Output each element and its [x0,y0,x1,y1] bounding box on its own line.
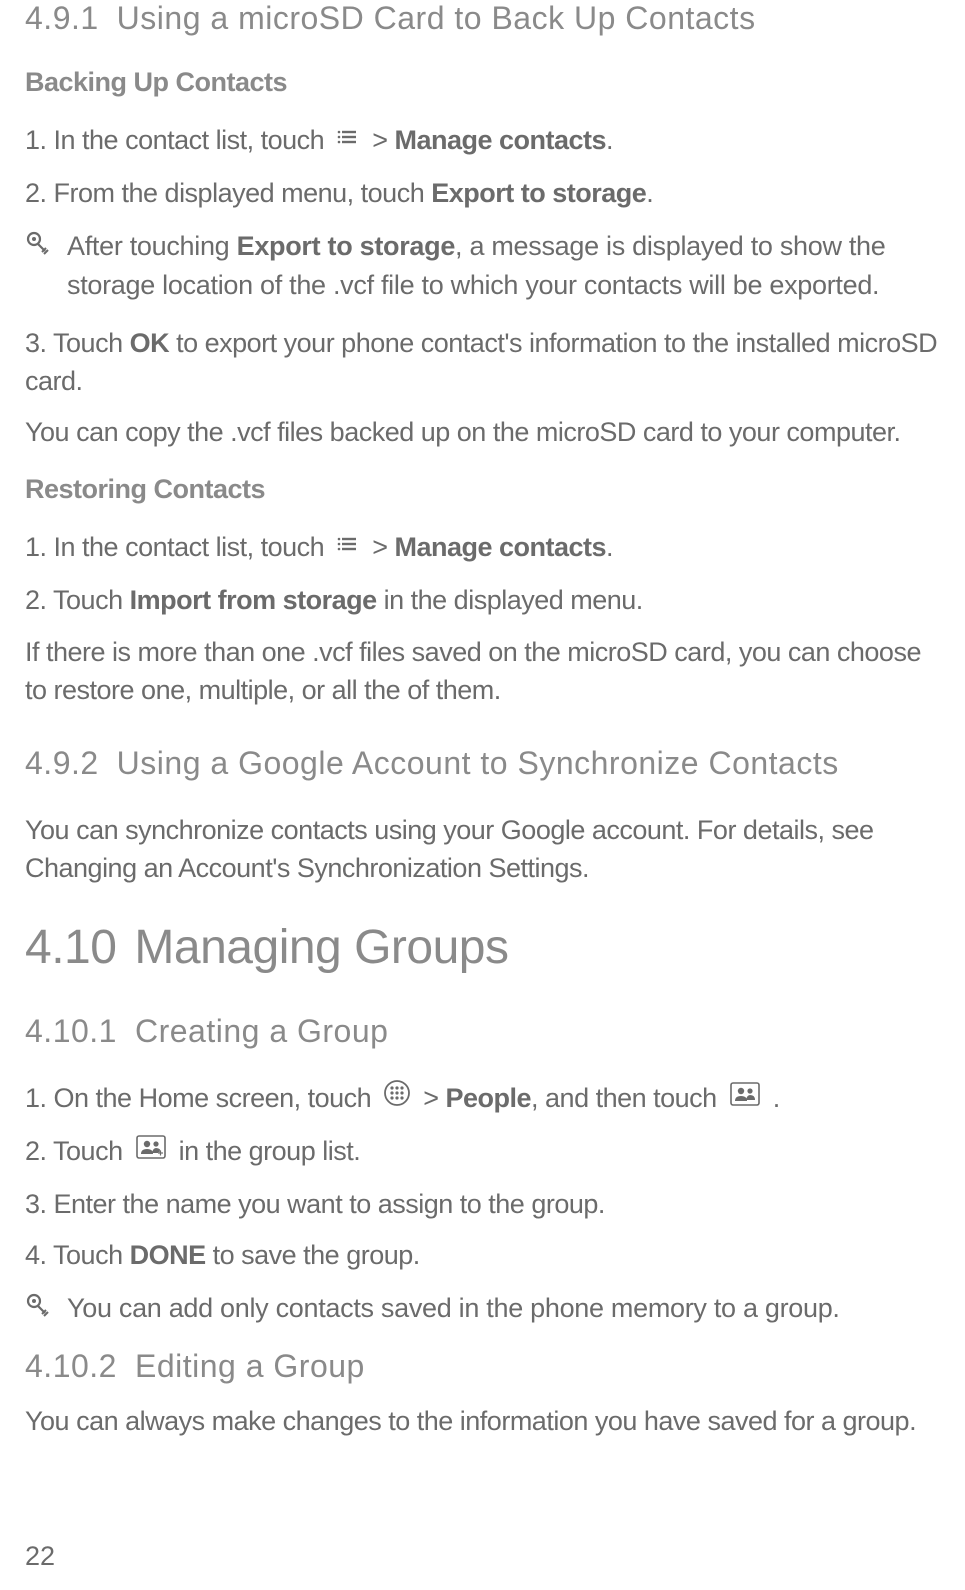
note-icon [25,231,55,264]
note-block: You can add only contacts saved in the p… [25,1289,940,1328]
paragraph: You can always make changes to the infor… [25,1403,940,1441]
heading-text: Creating a Group [135,1013,388,1049]
heading-number: 4.10.2 [25,1348,117,1385]
heading-text: Editing a Group [135,1348,365,1384]
heading-4-10: 4.10 Managing Groups [25,920,940,975]
heading-number: 4.9.1 [25,0,99,37]
note-block: After touching Export to storage, a mess… [25,227,940,305]
group-step-3: 3. Enter the name you want to assign to … [25,1186,940,1224]
menu-icon [337,528,359,566]
heading-number: 4.9.2 [25,745,99,782]
step-3: 3. Touch OK to export your phone contact… [25,325,940,401]
group-step-2: 2. Touch in the group list. [25,1133,940,1172]
restore-step-2: 2. Touch Import from storage in the disp… [25,582,940,620]
heading-4-9-1: 4.9.1 Using a microSD Card to Back Up Con… [25,0,940,37]
subheading-backup: Backing Up Contacts [25,67,940,98]
group-step-4: 4. Touch DONE to save the group. [25,1237,940,1275]
heading-number: 4.10 [25,920,116,975]
apps-icon [384,1079,410,1117]
heading-4-9-2: 4.9.2 Using a Google Account to Synchroni… [25,745,940,782]
heading-text: Using a Google Account to Synchronize Co… [117,745,839,781]
add-group-icon [136,1132,166,1170]
restore-step-1: 1. In the contact list, touch > Manage c… [25,529,940,568]
page-number: 22 [25,1541,55,1572]
paragraph: If there is more than one .vcf files sav… [25,634,940,710]
heading-text: Using a microSD Card to Back Up Contacts [117,0,756,36]
heading-4-10-1: 4.10.1 Creating a Group [25,1013,940,1050]
note-text: After touching Export to storage, a mess… [67,227,940,305]
group-step-1: 1. On the Home screen, touch > People, a… [25,1080,940,1119]
heading-4-10-2: 4.10.2 Editing a Group [25,1348,940,1385]
step-1: 1. In the contact list, touch > Manage c… [25,122,940,161]
group-icon [730,1079,760,1117]
note-icon [25,1293,55,1326]
menu-icon [337,121,359,159]
step-2: 2. From the displayed menu, touch Export… [25,175,940,213]
paragraph: You can copy the .vcf files backed up on… [25,414,940,452]
subheading-restore: Restoring Contacts [25,474,940,505]
heading-number: 4.10.1 [25,1013,117,1050]
heading-text: Managing Groups [134,921,508,974]
paragraph: You can synchronize contacts using your … [25,812,940,888]
note-text: You can add only contacts saved in the p… [67,1289,840,1328]
